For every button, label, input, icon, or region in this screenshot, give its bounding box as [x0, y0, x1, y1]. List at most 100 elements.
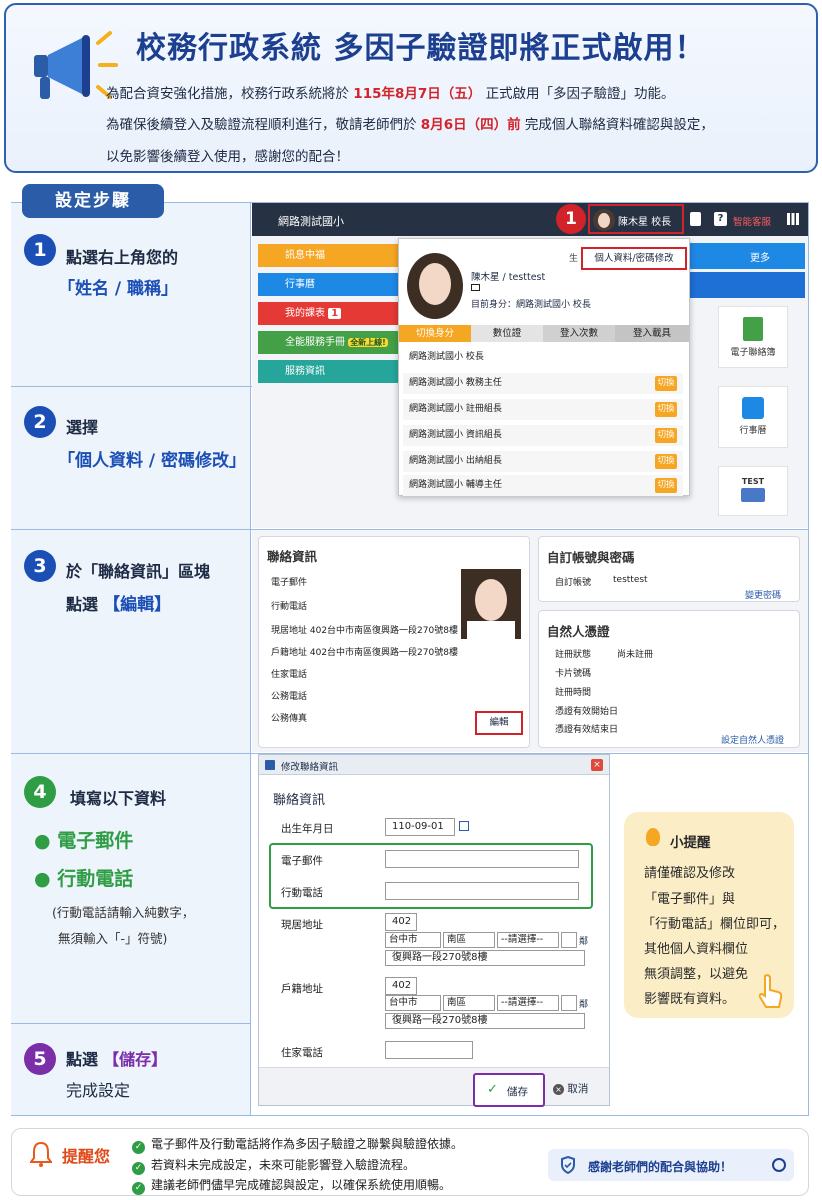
menu-item-schedule[interactable]: 我的課表 1	[258, 302, 398, 325]
district-select[interactable]: 南區	[443, 932, 495, 948]
clipboard-icon[interactable]	[690, 212, 701, 226]
list-item[interactable]: 網路測試國小 出納組長 切換	[403, 451, 683, 472]
page-title: 校務行政系統 多因子驗證即將正式啟用！	[136, 31, 706, 66]
save-disk-icon	[265, 760, 275, 770]
contact-book-card[interactable]: 電子聯絡簿	[718, 306, 788, 368]
city-select[interactable]: 台中市	[385, 932, 441, 948]
zip-input[interactable]: 402	[385, 977, 417, 995]
grid-icon[interactable]	[787, 213, 799, 225]
bell-icon	[29, 1141, 53, 1167]
steps-title: 設定步驟	[22, 184, 164, 218]
divider	[11, 1023, 251, 1024]
popup-fragment: 生	[569, 254, 579, 264]
tip-line: 「行動電話」欄位即可，	[642, 917, 786, 932]
cert-label: 註冊時間	[555, 688, 592, 698]
contact-info-title: 聯絡資訊	[267, 549, 318, 564]
current-identity-row: 網路測試國小 校長	[403, 347, 683, 368]
profile-password-link[interactable]: 個人資料/密碼修改	[581, 247, 687, 270]
bullet-email: ● 電子郵件	[34, 830, 134, 852]
step-3-text: 於「聯絡資訊」區塊	[66, 562, 211, 581]
tab-digital-cert[interactable]: 數位證	[471, 325, 543, 342]
reminder-item: ✓ 電子郵件及行動電話將作為多因子驗證之聯繫與驗證依據。	[132, 1135, 463, 1154]
tip-line: 無須調整，以避免	[644, 967, 749, 982]
steps-left-column	[11, 203, 251, 1115]
field-office-fax: 公務傳真	[271, 714, 308, 724]
city-select[interactable]: 台中市	[385, 995, 441, 1011]
save-button[interactable]: ✓ 儲存	[473, 1073, 545, 1107]
tip-box: 小提醒 請僅確認及修改 「電子郵件」與 「行動電話」欄位即可， 其他個人資料欄位…	[624, 812, 794, 1018]
smart-service-link[interactable]: 智能客服	[733, 214, 771, 228]
cert-label: 憑證有效開始日	[555, 707, 619, 717]
birthday-input[interactable]: 110-09-01	[385, 818, 455, 836]
home-phone-field[interactable]	[385, 1041, 473, 1059]
lin-input[interactable]	[561, 932, 577, 948]
tab-login-device[interactable]: 登入載具	[615, 325, 689, 342]
more-bar[interactable]: 更多	[690, 243, 805, 269]
cert-panel: 自然人憑證 註冊狀態 尚未註冊 卡片號碼 註冊時間 憑證有效開始日 憑證有效結束…	[538, 610, 800, 748]
step-5-number: 5	[24, 1043, 56, 1075]
help-icon[interactable]: ?	[714, 212, 727, 226]
account-panel: 自訂帳號與密碼 自訂帳號 testtest 變更密碼	[538, 536, 800, 602]
calendar-card[interactable]: 行事曆	[718, 386, 788, 448]
tip-line: 影響既有資料。	[644, 992, 736, 1007]
step-3-line-2: 點選 【編輯】	[66, 595, 172, 615]
lin-input[interactable]	[561, 995, 577, 1011]
calendar-icon	[742, 397, 764, 419]
tab-login-count[interactable]: 登入次數	[543, 325, 615, 342]
mobile-field[interactable]	[385, 882, 579, 900]
mobile-label: 行動電話	[281, 887, 323, 899]
village-select[interactable]: --請選擇--	[497, 932, 559, 948]
step-1-number: 1	[24, 234, 56, 266]
blue-bar	[690, 272, 805, 298]
list-item[interactable]: 網路測試國小 註冊組長 切換	[403, 399, 683, 420]
contact-info-panel: 聯絡資訊 電子郵件 行動電話 現居地址 402台中市南區復興路一段270號8樓 …	[258, 536, 530, 748]
cert-title: 自然人憑證	[547, 624, 610, 639]
menu-item-calendar[interactable]: 行事曆	[258, 273, 398, 296]
calendar-icon[interactable]	[459, 821, 469, 831]
list-item[interactable]: 網路測試國小 輔導主任 切換	[403, 475, 683, 496]
menu-item-handbook[interactable]: 全能服務手冊 全新上線!	[258, 331, 398, 354]
form-section-title: 聯絡資訊	[273, 793, 326, 808]
school-name: 網路測試國小	[278, 215, 344, 228]
lightbulb-icon	[646, 828, 660, 846]
header-line-3: 以免影響後續登入使用，感謝您的配合！	[106, 149, 349, 165]
test-card[interactable]: TEST	[718, 466, 788, 516]
list-item[interactable]: 網路測試國小 教務主任 切換	[403, 373, 683, 394]
field-home-phone: 住家電話	[271, 670, 308, 680]
close-icon[interactable]: ×	[591, 759, 603, 771]
step-2-highlight: 「個人資料 / 密碼修改」	[58, 451, 247, 471]
field-office-phone: 公務電話	[271, 692, 308, 702]
lin-suffix: 鄰	[579, 1000, 589, 1010]
cancel-button[interactable]: × 取消	[553, 1081, 601, 1099]
thanks-badge: 感謝老師們的配合與協助！	[548, 1149, 794, 1181]
field-current-address: 現居地址 402台中市南區復興路一段270號8樓	[271, 626, 458, 636]
header-line-1: 為配合資安強化措施，校務行政系統將於 115年8月7日（五） 正式啟用「多因子驗…	[106, 86, 675, 102]
list-item[interactable]: 網路測試國小 資訊組長 切換	[403, 425, 683, 446]
announcement-header: 校務行政系統 多因子驗證即將正式啟用！ 為配合資安強化措施，校務行政系統將於 1…	[4, 3, 818, 173]
district-select[interactable]: 南區	[443, 995, 495, 1011]
smile-icon	[772, 1158, 786, 1172]
tab-switch-identity[interactable]: 切換身分	[399, 325, 471, 342]
step-1-highlight: 「姓名 / 職稱」	[58, 279, 179, 299]
account-value: testtest	[613, 575, 648, 585]
change-password-link[interactable]: 變更密碼	[745, 588, 781, 601]
menu-item-service-info[interactable]: 服務資訊	[258, 360, 398, 383]
email-field[interactable]	[385, 850, 579, 868]
shield-icon	[560, 1155, 576, 1175]
edit-button[interactable]: 編輯	[475, 711, 523, 735]
check-icon: ✓	[487, 1082, 498, 1097]
user-menu-button[interactable]: 陳木星 校長	[588, 204, 684, 234]
street-input[interactable]: 復興路一段270號8樓	[385, 950, 585, 966]
village-select[interactable]: --請選擇--	[497, 995, 559, 1011]
account-title: 自訂帳號與密碼	[547, 550, 635, 565]
contact-book-icon	[743, 317, 763, 341]
street-input[interactable]: 復興路一段270號8樓	[385, 1013, 585, 1029]
zip-input[interactable]: 402	[385, 913, 417, 931]
reminder-item: ✓ 若資料未完成設定，未來可能影響登入驗證流程。	[132, 1156, 415, 1175]
set-cert-link[interactable]: 設定自然人憑證	[721, 733, 784, 746]
menu-item-message[interactable]: 訊息中福	[258, 244, 398, 267]
step-4-note-1: (行動電話請輸入純數字，	[52, 905, 195, 920]
cert-label: 註冊狀態	[555, 650, 592, 660]
avatar	[461, 569, 521, 639]
cert-label: 憑證有效結束日	[555, 725, 619, 735]
